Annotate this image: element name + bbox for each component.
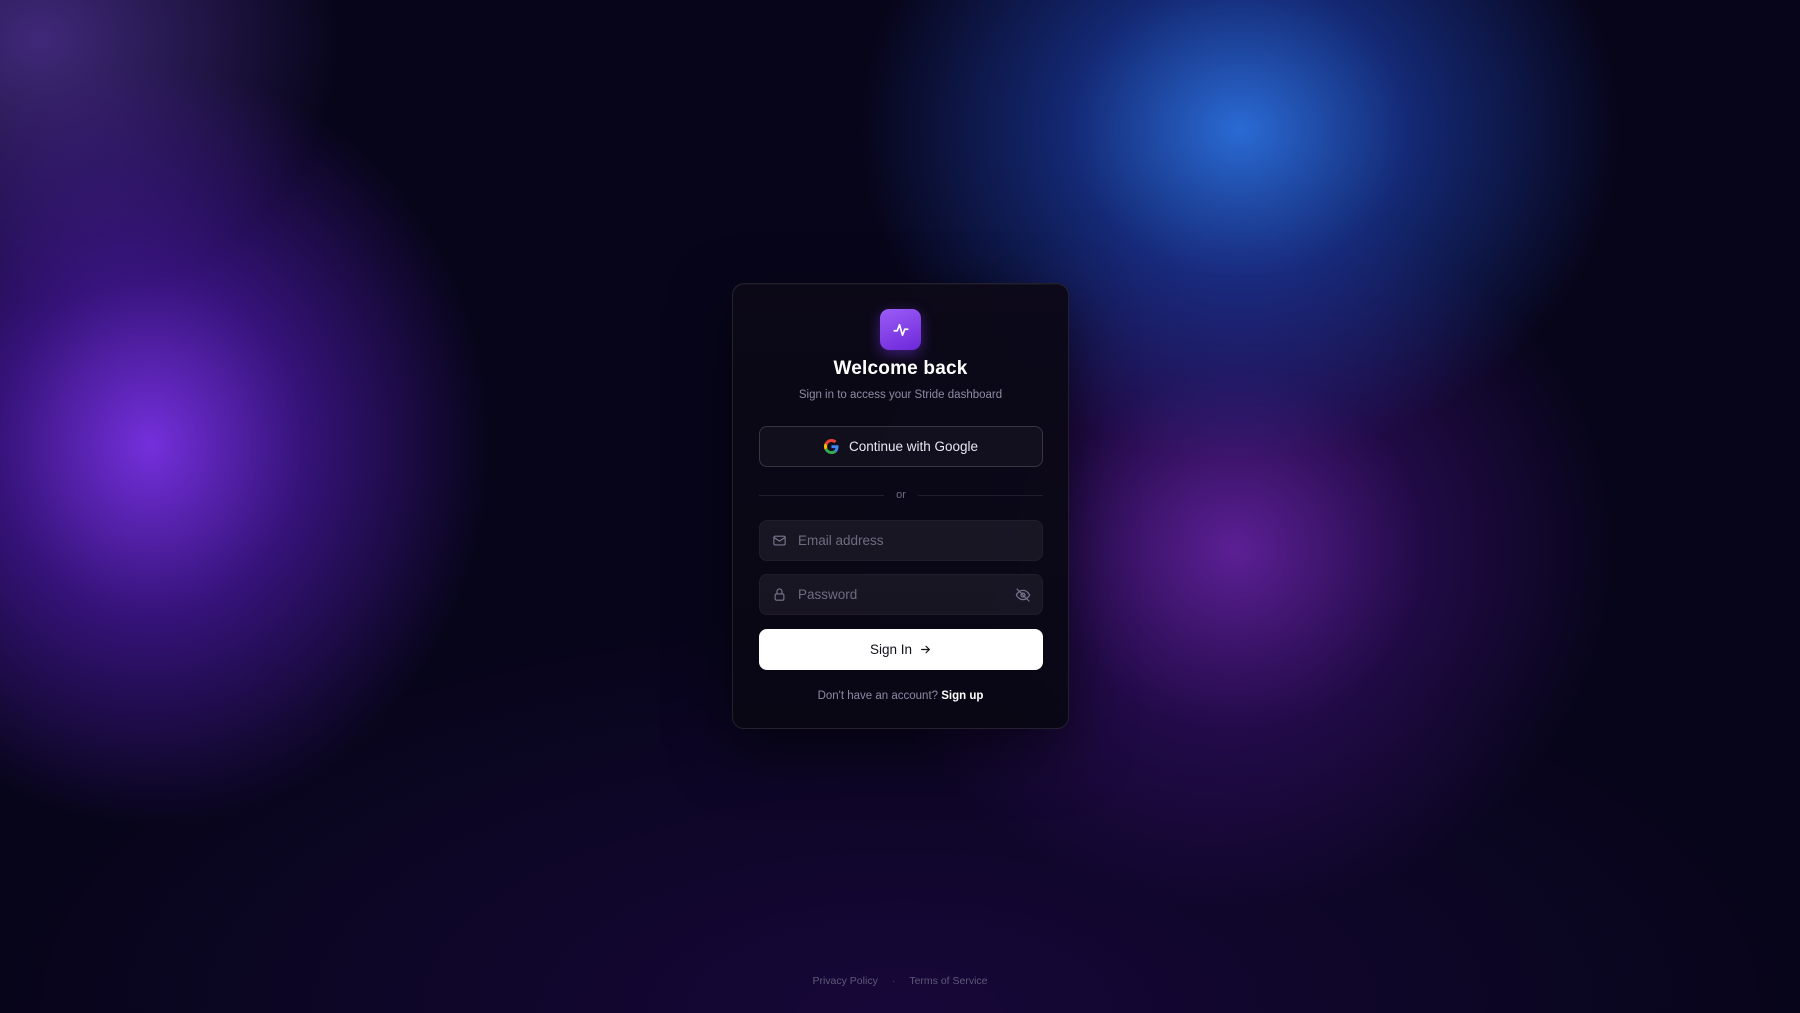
eye-off-icon[interactable] xyxy=(1014,586,1032,604)
mail-icon xyxy=(771,533,787,549)
sign-in-label: Sign In xyxy=(869,642,913,657)
signup-prompt: Don't have an account? Sign up xyxy=(733,690,1068,702)
signup-prompt-text: Don't have an account? xyxy=(817,690,939,702)
password-input[interactable] xyxy=(798,575,1014,614)
lock-icon xyxy=(771,587,787,603)
divider-label: or xyxy=(896,489,906,501)
terms-of-service-link[interactable]: Terms of Service xyxy=(909,975,987,987)
divider-line-left xyxy=(759,494,885,496)
continue-with-google-button[interactable]: Continue with Google xyxy=(759,426,1043,467)
page-title: Welcome back xyxy=(833,358,968,379)
page-subtitle: Sign in to access your Stride dashboard xyxy=(798,389,1003,401)
or-divider: or xyxy=(759,487,1043,503)
password-field[interactable] xyxy=(759,574,1043,615)
footer-separator: · xyxy=(891,975,896,987)
page-footer: Privacy Policy · Terms of Service xyxy=(0,975,1800,987)
google-button-label: Continue with Google xyxy=(848,439,979,454)
activity-pulse-icon xyxy=(892,321,910,339)
email-input[interactable] xyxy=(798,521,1042,560)
divider-line-right xyxy=(917,494,1043,496)
sign-in-button[interactable]: Sign In xyxy=(759,629,1043,670)
email-field[interactable] xyxy=(759,520,1043,561)
privacy-policy-link[interactable]: Privacy Policy xyxy=(812,975,877,987)
arrow-right-icon xyxy=(919,643,932,656)
google-icon xyxy=(823,439,839,454)
sign-up-link[interactable]: Sign up xyxy=(941,690,983,702)
login-card: Welcome back Sign in to access your Stri… xyxy=(732,283,1069,729)
app-logo xyxy=(880,309,921,350)
